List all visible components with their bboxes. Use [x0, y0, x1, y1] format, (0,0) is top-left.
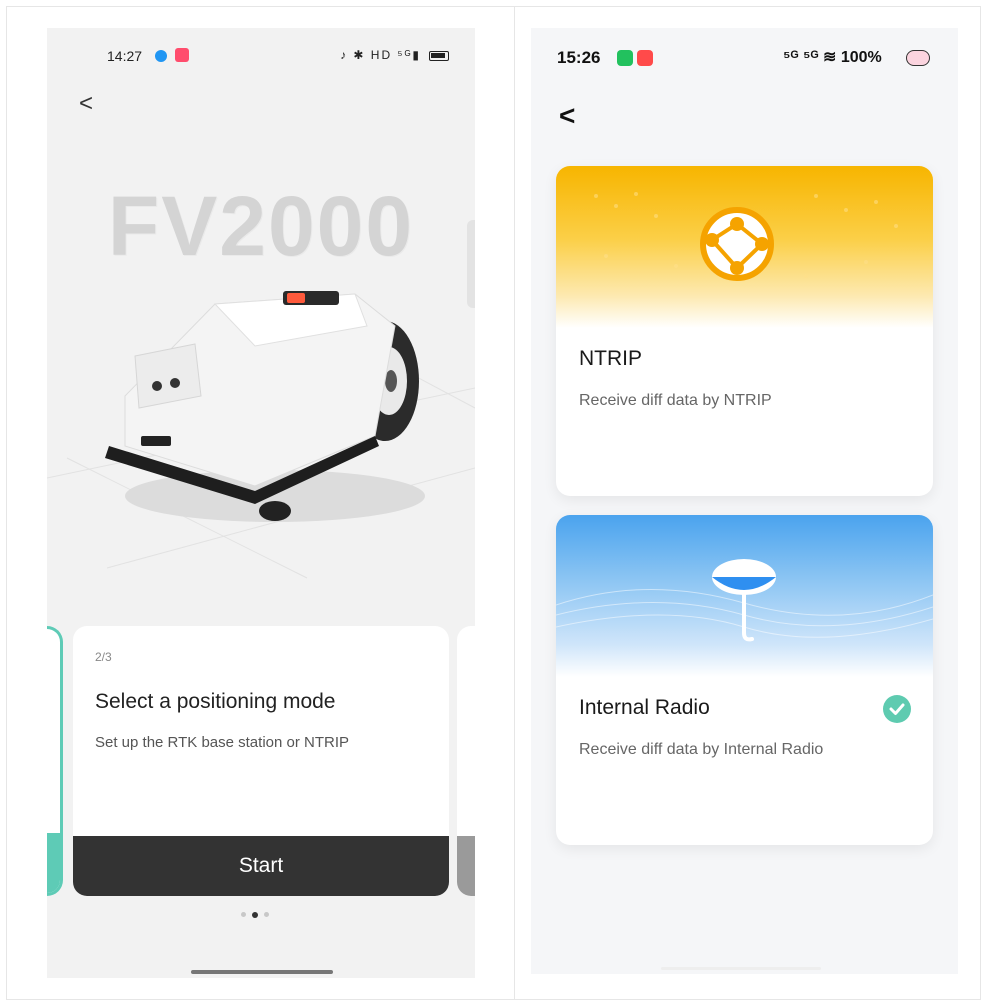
page-dot — [264, 912, 269, 917]
card-title: Select a positioning mode — [95, 690, 336, 713]
previous-card-button-peek — [47, 833, 60, 893]
page-dot-active — [252, 911, 258, 918]
robot-mower-image — [105, 291, 425, 522]
video-app-icon — [175, 48, 189, 62]
panel-divider — [514, 6, 515, 1000]
status-bar: 14:27 ♪ ✱ HD ⁵ᴳ▮ — [47, 28, 475, 84]
mode-description: Receive diff data by Internal Radio — [579, 741, 824, 758]
internal-radio-banner — [556, 515, 933, 677]
start-button[interactable]: Start — [73, 836, 449, 896]
home-indicator[interactable] — [191, 970, 333, 974]
globe-network-icon — [594, 192, 898, 281]
cloud-avatar-icon — [906, 50, 930, 66]
mode-name: NTRIP — [579, 347, 642, 370]
internal-radio-mode-card[interactable]: Internal Radio Receive diff data by Inte… — [556, 515, 933, 845]
card-description: Set up the RTK base station or NTRIP — [95, 734, 350, 751]
wechat-icon — [617, 50, 633, 66]
step-counter: 2/3 — [95, 650, 112, 664]
screenshot-frame: 14:27 ♪ ✱ HD ⁵ᴳ▮ < FV2000 2/3 Select a p… — [0, 0, 987, 1001]
radio-antenna-icon — [556, 559, 933, 642]
system-status-icons: ⁵ᴳ ⁵ᴳ ≋ 100% — [783, 49, 882, 66]
system-status-icons: ♪ ✱ HD ⁵ᴳ▮ — [340, 48, 421, 62]
onboarding-card: 2/3 Select a positioning mode Set up the… — [73, 626, 449, 896]
ntrip-banner — [556, 166, 933, 328]
mode-description: Receive diff data by NTRIP — [579, 392, 772, 409]
home-indicator[interactable] — [661, 967, 821, 970]
ntrip-mode-card[interactable]: NTRIP Receive diff data by NTRIP — [556, 166, 933, 496]
model-title: FV2000 — [107, 179, 415, 273]
status-time: 14:27 — [107, 48, 143, 64]
mode-name: Internal Radio — [579, 696, 710, 719]
left-phone-screen: 14:27 ♪ ✱ HD ⁵ᴳ▮ < FV2000 2/3 Select a p… — [47, 28, 475, 978]
next-card-button-peek — [457, 836, 475, 896]
next-card-peek — [457, 626, 475, 896]
app-notification-icon — [637, 50, 653, 66]
right-phone-screen: 15:26 ⁵ᴳ ⁵ᴳ ≋ 100% < NTRIP Receive diff … — [531, 28, 958, 974]
back-button[interactable]: < — [559, 100, 575, 132]
app-notification-icon — [155, 50, 167, 62]
selected-check-icon — [883, 695, 911, 723]
battery-icon — [429, 51, 449, 61]
status-time: 15:26 — [557, 48, 601, 67]
back-button[interactable]: < — [79, 90, 93, 118]
pagination-dots — [241, 911, 269, 918]
previous-card-peek — [47, 626, 63, 896]
page-dot — [241, 912, 246, 917]
